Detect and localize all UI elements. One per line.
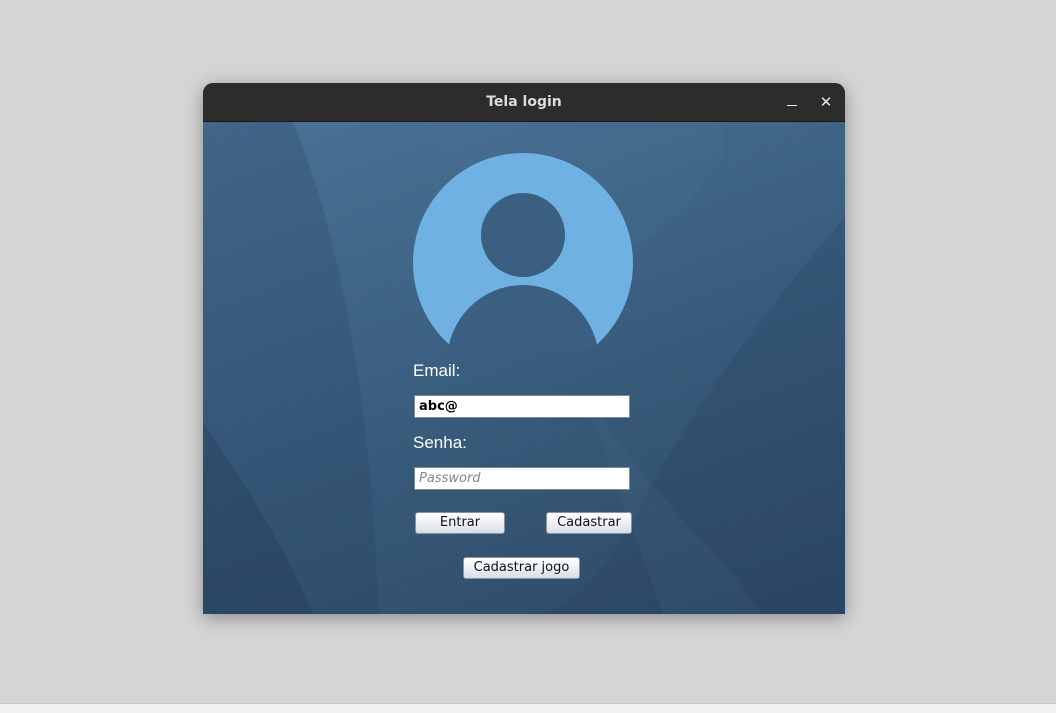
close-button[interactable]: ✕ [816, 92, 836, 112]
minimize-button[interactable] [782, 92, 802, 112]
window-title: Tela login [486, 94, 562, 110]
register-button[interactable]: Cadastrar [546, 512, 632, 534]
minimize-icon [787, 105, 797, 106]
login-panel: Email: Senha: Entrar Cadastrar Cadastrar… [203, 122, 845, 614]
email-field[interactable] [414, 395, 630, 418]
login-button[interactable]: Entrar [415, 512, 505, 534]
register-game-button[interactable]: Cadastrar jogo [463, 557, 580, 579]
window-titlebar[interactable]: Tela login ✕ [203, 83, 845, 122]
user-avatar-icon [413, 153, 633, 348]
password-field[interactable] [414, 467, 630, 490]
close-icon: ✕ [819, 93, 833, 111]
password-label: Senha: [413, 433, 467, 452]
login-window: Tela login ✕ Email: abc@ Senha: Entrar C… [203, 83, 845, 614]
email-label: Email: [413, 361, 461, 380]
